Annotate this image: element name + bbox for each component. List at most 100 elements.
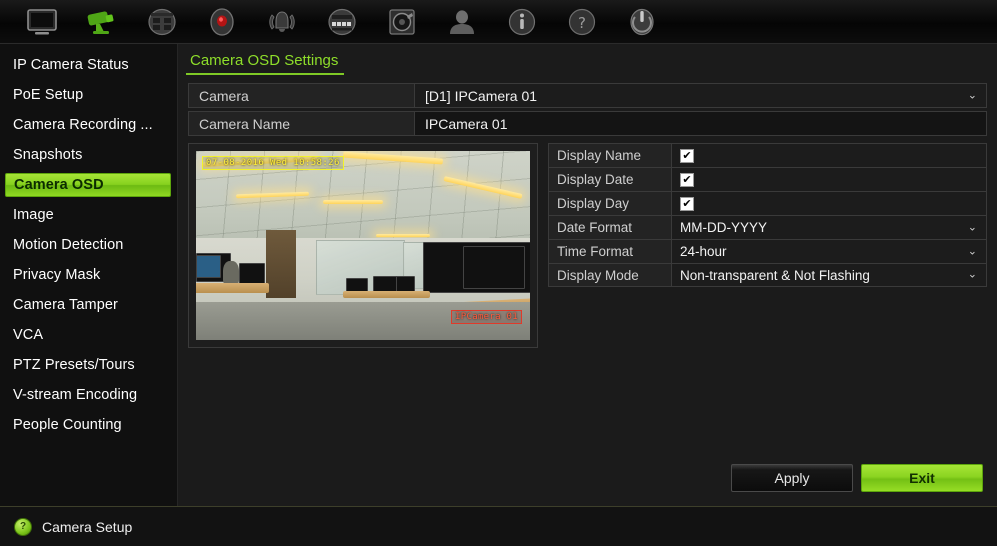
sidebar-item-ptz-presets-tours[interactable]: PTZ Presets/Tours: [5, 353, 171, 377]
monitor: [239, 262, 265, 286]
display-date-checkbox[interactable]: ✔: [680, 172, 694, 187]
recording-icon[interactable]: [192, 1, 252, 43]
camera-select-label: Camera: [188, 83, 415, 108]
camera-select-value: [D1] IPCamera 01: [425, 87, 538, 104]
setting-value: ✔: [672, 143, 987, 167]
desk: [342, 290, 430, 299]
osd-timestamp-overlay[interactable]: 07-08-2016 Wed 10:58:26: [202, 156, 344, 170]
chevron-down-icon[interactable]: ⌄: [968, 246, 977, 257]
sidebar-item-motion-detection[interactable]: Motion Detection: [5, 233, 171, 257]
setting-label: Display Mode: [548, 263, 672, 287]
setting-row-date-format: Date Format MM-DD-YYYY ⌄: [548, 215, 987, 239]
page-title-container: Camera OSD Settings: [178, 44, 997, 75]
monitor: [463, 245, 526, 290]
date-format-dropdown[interactable]: MM-DD-YYYY ⌄: [672, 215, 987, 239]
display-mode-value: Non-transparent & Not Flashing: [680, 267, 870, 283]
chevron-down-icon[interactable]: ⌄: [968, 222, 977, 233]
status-bar: ? Camera Setup: [0, 506, 997, 546]
sidebar-item-privacy-mask[interactable]: Privacy Mask: [5, 263, 171, 287]
chevron-down-icon[interactable]: ⌄: [968, 90, 977, 101]
settings-sidebar: IP Camera Status PoE Setup Camera Record…: [0, 44, 178, 506]
chevron-down-icon[interactable]: ⌄: [968, 269, 977, 281]
sidebar-item-label: Camera Tamper: [13, 297, 118, 313]
content-columns: 07-08-2016 Wed 10:58:26 IPCamera 01 Disp…: [178, 139, 997, 348]
sidebar-item-camera-recording[interactable]: Camera Recording ...: [5, 113, 171, 137]
display-day-checkbox[interactable]: ✔: [680, 196, 694, 211]
display-name-checkbox[interactable]: ✔: [680, 148, 694, 163]
sidebar-item-camera-osd[interactable]: Camera OSD: [5, 173, 171, 197]
setting-label: Display Date: [548, 167, 672, 191]
osd-camera-name-overlay[interactable]: IPCamera 01: [451, 310, 522, 324]
user-management-icon[interactable]: [432, 1, 492, 43]
shutdown-icon[interactable]: [612, 1, 672, 43]
camera-setup-icon[interactable]: [72, 1, 132, 43]
sidebar-item-label: People Counting: [13, 417, 122, 433]
door: [266, 230, 297, 299]
setting-row-time-format: Time Format 24-hour ⌄: [548, 239, 987, 263]
camera-select-dropdown[interactable]: [D1] IPCamera 01 ⌄: [415, 83, 987, 108]
network-settings-icon[interactable]: [132, 1, 192, 43]
help-icon[interactable]: ?: [552, 1, 612, 43]
camera-name-value: IPCamera 01: [425, 115, 508, 132]
camera-name-label: Camera Name: [188, 111, 415, 136]
live-view-icon[interactable]: [12, 1, 72, 43]
time-format-value: 24-hour: [680, 244, 727, 259]
sidebar-item-camera-tamper[interactable]: Camera Tamper: [5, 293, 171, 317]
sidebar-item-label: Image: [13, 207, 54, 223]
camera-name-row: Camera Name IPCamera 01: [188, 111, 987, 136]
body-split: IP Camera Status PoE Setup Camera Record…: [0, 44, 997, 506]
setting-label: Date Format: [548, 215, 672, 239]
setting-label: Display Name: [548, 143, 672, 167]
ceiling-lamp: [376, 234, 430, 238]
nvr-application-window: ? IP Camera Status PoE Setup Camera Reco…: [0, 0, 997, 546]
setting-label: Time Format: [548, 239, 672, 263]
setting-value: ✔: [672, 167, 987, 191]
sidebar-item-label: VCA: [13, 327, 44, 343]
sidebar-item-snapshots[interactable]: Snapshots: [5, 143, 171, 167]
system-settings-icon[interactable]: [312, 1, 372, 43]
setting-label: Display Day: [548, 191, 672, 215]
sidebar-item-poe-setup[interactable]: PoE Setup: [5, 83, 171, 107]
camera-name-input[interactable]: IPCamera 01: [415, 111, 987, 136]
sidebar-item-image[interactable]: Image: [5, 203, 171, 227]
sidebar-item-label: Snapshots: [13, 147, 83, 163]
display-mode-dropdown[interactable]: Non-transparent & Not Flashing ⌄: [672, 263, 987, 287]
sidebar-item-vca[interactable]: VCA: [5, 323, 171, 347]
exit-button[interactable]: Exit: [861, 464, 983, 492]
top-form-area: Camera [D1] IPCamera 01 ⌄ Camera Name IP…: [178, 75, 997, 139]
setting-value: ✔: [672, 191, 987, 215]
sidebar-item-label: PoE Setup: [13, 87, 84, 103]
camera-preview-image[interactable]: 07-08-2016 Wed 10:58:26 IPCamera 01: [196, 151, 530, 340]
page-title: Camera OSD Settings: [186, 52, 345, 75]
monitor: [196, 254, 222, 278]
apply-button[interactable]: Apply: [731, 464, 853, 492]
camera-select-row: Camera [D1] IPCamera 01 ⌄: [188, 83, 987, 108]
sidebar-item-label: Camera Recording ...: [13, 117, 153, 133]
hard-disk-icon[interactable]: [372, 1, 432, 43]
setting-row-display-mode: Display Mode Non-transparent & Not Flash…: [548, 263, 987, 287]
sidebar-item-label: Motion Detection: [13, 237, 124, 253]
setting-row-display-day: Display Day ✔: [548, 191, 987, 215]
svg-text:?: ?: [578, 14, 586, 32]
sidebar-item-label: IP Camera Status: [13, 57, 129, 73]
person: [222, 260, 240, 286]
date-format-value: MM-DD-YYYY: [680, 220, 767, 235]
main-toolbar: ?: [0, 0, 997, 44]
sidebar-item-label: PTZ Presets/Tours: [13, 357, 135, 373]
setting-row-display-date: Display Date ✔: [548, 167, 987, 191]
action-button-bar: Apply Exit: [731, 464, 983, 492]
status-help-icon[interactable]: ?: [14, 517, 32, 536]
main-content-panel: Camera OSD Settings Camera [D1] IPCamera…: [178, 44, 997, 506]
sidebar-item-v-stream-encoding[interactable]: V-stream Encoding: [5, 383, 171, 407]
sidebar-item-label: V-stream Encoding: [13, 387, 138, 403]
sidebar-item-people-counting[interactable]: People Counting: [5, 413, 171, 437]
osd-preview-panel[interactable]: 07-08-2016 Wed 10:58:26 IPCamera 01: [188, 143, 538, 348]
system-info-icon[interactable]: [492, 1, 552, 43]
sidebar-item-ip-camera-status[interactable]: IP Camera Status: [5, 53, 171, 77]
time-format-dropdown[interactable]: 24-hour ⌄: [672, 239, 987, 263]
ceiling-lamp: [322, 200, 384, 205]
status-bar-text: Camera Setup: [42, 518, 133, 535]
alarm-icon[interactable]: [252, 1, 312, 43]
osd-settings-table: Display Name ✔ Display Date ✔ Display Da…: [548, 143, 987, 348]
desk: [196, 283, 270, 293]
